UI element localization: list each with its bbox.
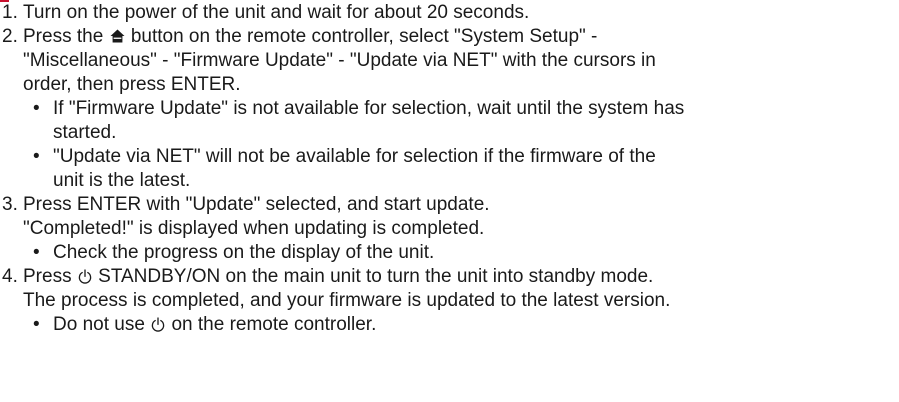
note-bullet: • Check the progress on the display of t… — [0, 241, 899, 265]
note-text: "Update via NET" will not be available f… — [53, 146, 656, 167]
note-bullet: • If "Firmware Update" is not available … — [0, 97, 899, 145]
bullet-glyph: • — [33, 314, 40, 335]
step-number: 4. — [2, 266, 18, 287]
text-before-icon: Press — [23, 266, 72, 287]
step-4: 4. Press STANDBY/ON on the main unit to … — [0, 265, 899, 313]
text-after-icon: on the remote controller. — [171, 314, 377, 335]
step-text: The process is completed, and your firmw… — [23, 290, 671, 311]
step-text: "Completed!" is displayed when updating … — [23, 218, 485, 239]
bullet-glyph: • — [33, 242, 40, 263]
step-text: Press ENTER with "Update" selected, and … — [23, 194, 490, 215]
note-text: If "Firmware Update" is not available fo… — [53, 98, 685, 119]
step-text: Turn on the power of the unit and wait f… — [23, 2, 530, 23]
step-3: 3. Press ENTER with "Update" selected, a… — [0, 193, 899, 241]
step-text-first-line: Press the button on the remote controlle… — [23, 25, 899, 49]
note-bullet: • Do not use on the remote controller. — [0, 313, 899, 337]
note-text: started. — [53, 122, 117, 143]
step-number: 2. — [2, 26, 18, 47]
note-text-with-icon: Do not use on the remote controller. — [53, 313, 899, 337]
step-text: order, then press ENTER. — [23, 74, 241, 95]
step-text: "Miscellaneous" - "Firmware Update" - "U… — [23, 50, 656, 71]
home-icon — [110, 29, 125, 43]
note-bullet: • "Update via NET" will not be available… — [0, 145, 899, 193]
step-text-first-line: Press STANDBY/ON on the main unit to tur… — [23, 265, 899, 289]
note-text: Check the progress on the display of the… — [53, 242, 435, 263]
step-1: 1. Turn on the power of the unit and wai… — [0, 1, 899, 25]
bullet-glyph: • — [33, 98, 40, 119]
power-icon — [151, 317, 165, 332]
text-after-icon: STANDBY/ON on the main unit to turn the … — [98, 266, 654, 287]
text-before-icon: Press the — [23, 26, 104, 47]
bullet-glyph: • — [33, 146, 40, 167]
text-after-icon: button on the remote controller, select … — [130, 26, 598, 47]
note-text: unit is the latest. — [53, 170, 191, 191]
step-number: 3. — [2, 194, 18, 215]
step-2: 2. Press the button on the remote contro… — [0, 25, 899, 97]
firmware-update-steps: 1. Turn on the power of the unit and wai… — [0, 1, 899, 337]
step-number: 1. — [2, 2, 18, 23]
text-before-icon: Do not use — [53, 314, 145, 335]
power-icon — [78, 269, 92, 284]
